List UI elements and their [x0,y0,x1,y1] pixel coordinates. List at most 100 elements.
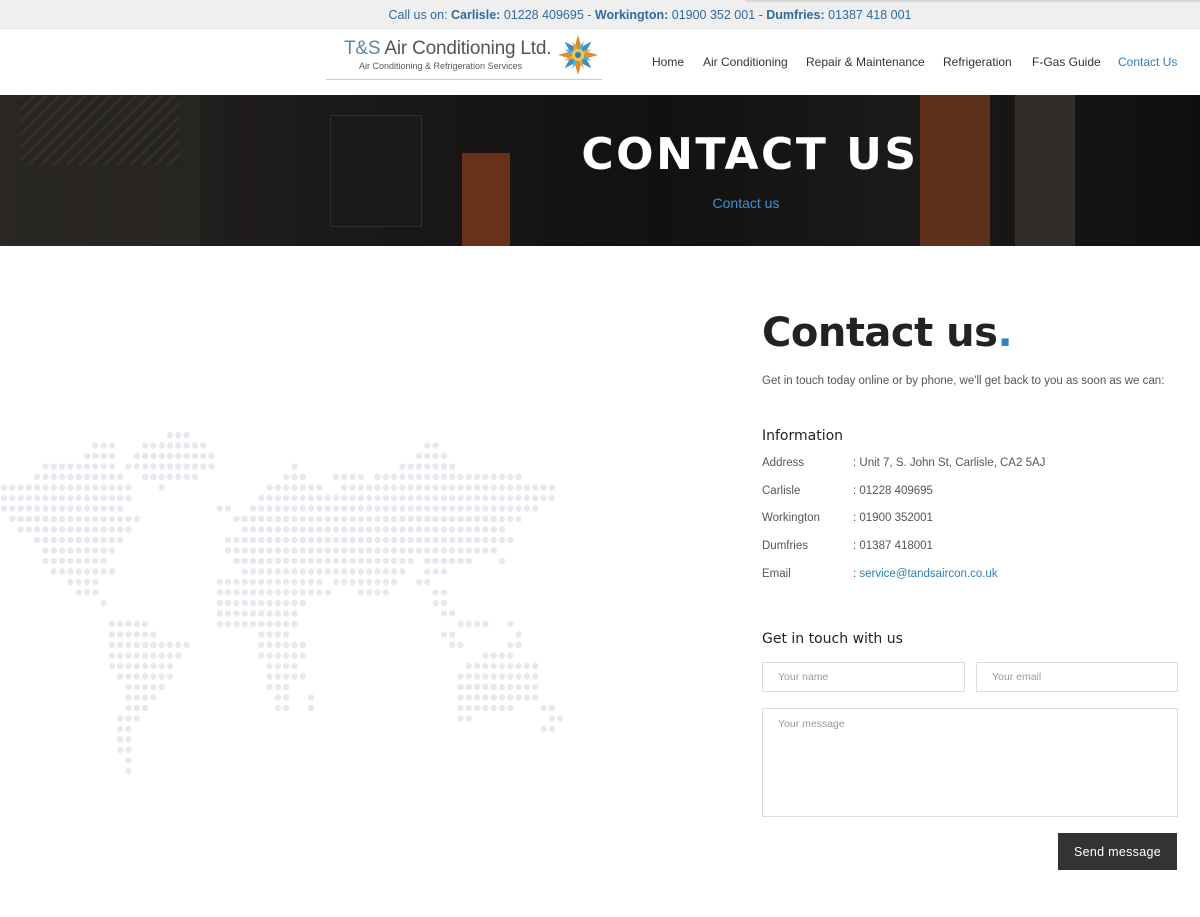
map-dot [291,473,298,481]
map-dot [407,536,414,544]
map-dot [191,452,199,460]
nav-air-conditioning[interactable]: Air Conditioning [703,55,788,69]
map-dot [399,463,406,470]
map-dot [473,662,481,670]
map-dot [424,578,431,586]
nav-f-gas-guide[interactable]: F-Gas Guide [1032,55,1101,69]
map-dot [133,620,140,628]
map-dot [291,652,298,659]
email-link[interactable]: service@tandsaircon.co.uk [859,568,997,580]
map-dot [299,494,306,502]
map-dot [498,526,506,533]
map-dot [258,515,265,523]
map-dot [291,515,298,523]
map-dot [283,484,290,491]
map-dot [158,641,165,649]
map-dot [440,484,448,491]
send-message-button[interactable]: Send message [1058,833,1177,870]
map-dot [390,536,398,544]
map-dot [92,557,99,565]
map-dot [283,589,290,596]
hero-title: CONTACT US [581,129,919,180]
map-dot [150,442,157,449]
map-dot [117,715,124,722]
dumfries-phone: 01387 418 001 [824,8,912,22]
map-dot [382,589,389,596]
map-dot [399,515,406,523]
map-dot [200,463,207,470]
map-dot [457,526,464,533]
map-dot [83,494,91,502]
map-dot [307,494,315,502]
map-dot [465,557,472,565]
map-dot [498,494,506,502]
map-dot [399,547,406,554]
nav-repair-maintenance[interactable]: Repair & Maintenance [806,55,925,69]
map-dot [175,452,182,460]
map-dot [50,494,57,502]
map-dot [299,473,306,481]
map-dot [241,547,248,554]
email-input[interactable] [976,662,1178,692]
map-dot [440,526,448,533]
map-dot [83,526,91,533]
map-dot [274,578,282,586]
map-dot [183,473,190,481]
map-dot [299,578,306,586]
map-dot [324,589,331,596]
map-dot [9,505,16,512]
workington-phone: 01900 352 001 - [668,8,767,22]
map-dot [108,452,116,460]
name-input[interactable] [762,662,965,692]
map-dot [498,515,506,523]
map-dot [457,683,464,691]
map-dot [316,578,323,586]
map-dot [258,620,265,628]
map-dot [424,526,431,533]
map-dot [440,610,448,617]
map-dot [266,641,273,649]
breadcrumb[interactable]: Contact us [146,195,1200,211]
map-dot [133,631,140,638]
map-dot [133,515,140,523]
nav-refrigeration[interactable]: Refrigeration [943,55,1012,69]
map-dot [332,536,340,544]
map-dot [75,557,82,565]
nav-contact-us[interactable]: Contact Us [1118,55,1177,69]
map-dot [307,704,315,712]
map-dot [266,484,273,491]
map-dot [249,526,257,533]
map-dot [283,557,290,565]
map-dot [117,736,124,743]
site-logo[interactable]: T&S Air Conditioning Ltd. Air Conditioni… [326,31,602,80]
map-dot [449,505,456,512]
map-dot [258,641,265,649]
map-dot [283,620,290,628]
message-textarea[interactable] [762,708,1178,817]
map-dot [316,536,323,544]
info-label: Carlisle [762,485,801,497]
map-dot [440,557,448,565]
map-dot [50,515,57,523]
map-dot [216,599,223,607]
map-dot [133,652,140,659]
map-dot [457,484,464,491]
map-dot [175,641,182,649]
map-dot [125,725,132,733]
map-dot [424,442,431,449]
map-dot [532,484,539,491]
nav-home[interactable]: Home [652,55,684,69]
top-contact-bar: Call us on: Carlisle: 01228 409695 - Wor… [0,0,1200,29]
call-us-text: Call us on: Carlisle: 01228 409695 - Wor… [50,8,1200,22]
map-dot [299,568,306,575]
map-dot [374,536,381,544]
map-dot [183,463,190,470]
map-dot [357,578,365,586]
map-dot [498,683,506,691]
map-dot [324,494,331,502]
map-dot [9,484,16,491]
map-dot [465,620,472,628]
map-dot [424,515,431,523]
map-dot [241,599,248,607]
map-dot [125,515,132,523]
